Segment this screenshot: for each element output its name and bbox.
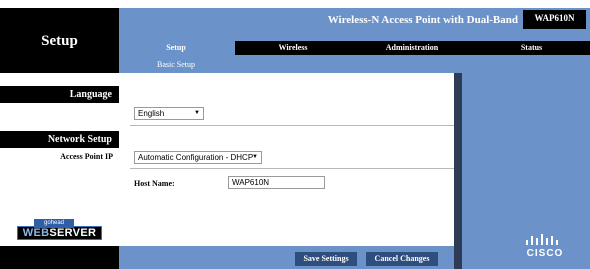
tab-wireless[interactable]: Wireless	[235, 41, 351, 55]
host-name-input[interactable]: WAP610N	[228, 176, 325, 189]
sidebar-label-language: Language	[69, 89, 112, 100]
divider	[130, 168, 454, 169]
page-title: Setup	[41, 33, 78, 49]
right-panel-edge	[454, 73, 462, 269]
cisco-logo-text: CISCO	[526, 248, 564, 259]
host-name-label: Host Name:	[134, 179, 175, 188]
save-settings-button[interactable]: Save Settings	[295, 252, 357, 266]
divider	[130, 125, 454, 126]
sidebar-label-access-point-ip: Access Point IP	[60, 152, 113, 161]
footer-left	[0, 246, 119, 269]
subtab-basic-setup[interactable]: Basic Setup	[150, 60, 202, 69]
product-name: Wireless-N Access Point with Dual-Band	[327, 14, 518, 26]
main-content	[119, 73, 454, 269]
sidebar-label-network-setup: Network Setup	[47, 134, 112, 145]
cancel-changes-button[interactable]: Cancel Changes	[366, 252, 438, 266]
tab-status[interactable]: Status	[473, 41, 590, 55]
ip-config-select[interactable]: Automatic Configuration - DHCP ▼	[134, 151, 262, 164]
sidebar-section-network: Network Setup	[0, 131, 119, 148]
sidebar-section-language: Language	[0, 86, 119, 103]
language-select[interactable]: English ▼	[134, 107, 204, 120]
model-label: WAP610N	[534, 13, 575, 23]
top-rule	[0, 0, 590, 8]
tab-setup[interactable]: Setup	[150, 41, 202, 55]
webserver-logo-text: WEBSERVER	[22, 227, 97, 239]
chevron-down-icon: ▼	[194, 110, 200, 116]
chevron-down-icon: ▼	[252, 154, 258, 160]
tab-administration[interactable]: Administration	[351, 41, 473, 55]
